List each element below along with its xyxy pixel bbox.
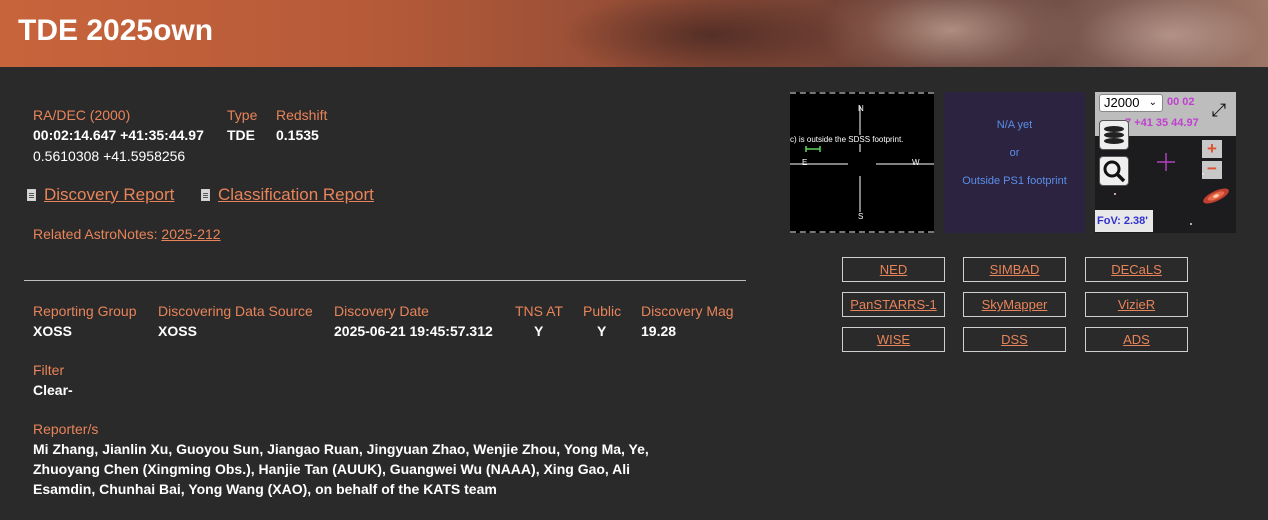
redshift-value: 0.1535 (276, 127, 319, 143)
sdss-south: S (858, 212, 864, 221)
coords-label: RA/DEC (2000) (33, 107, 131, 123)
sdss-thumbnail[interactable]: N S E W c) is outside the SDSS footprint… (790, 92, 934, 233)
aladin-frame-select[interactable]: J2000 ⌄ (1099, 94, 1163, 112)
vizier-link[interactable]: VizieR (1085, 292, 1188, 317)
ps1-line-1: N/A yet (996, 119, 1033, 131)
reporters-label: Reporter/s (33, 421, 99, 437)
coords-decimal: 0.5610308 +41.5958256 (33, 148, 186, 164)
discovery-report-link[interactable]: Discovery Report (44, 185, 174, 204)
magnifier-graphic (1103, 160, 1126, 183)
layers-icon[interactable] (1099, 120, 1129, 150)
panstarrs-link[interactable]: PanSTARRS-1 (842, 292, 945, 317)
decals-link[interactable]: DECaLS (1085, 257, 1188, 282)
classification-report-link[interactable]: Classification Report (218, 185, 374, 204)
value-data-source: XOSS (158, 323, 197, 339)
simbad-link[interactable]: SIMBAD (963, 257, 1066, 282)
search-icon[interactable] (1099, 156, 1129, 186)
coords-sexagesimal: 00:02:14.647 +41:35:44.97 (33, 127, 204, 143)
dss-link[interactable]: DSS (963, 327, 1066, 352)
header-reporting-group: Reporting Group (33, 303, 137, 319)
value-discovery-date: 2025-06-21 19:45:57.312 (334, 323, 493, 339)
banner-nebula-dark (560, 0, 860, 67)
header-tns-at: TNS AT (515, 303, 563, 319)
astronotes-label: Related AstroNotes: (33, 226, 158, 242)
aladin-coord-bottom: 7 +41 35 44.97 (1125, 117, 1199, 129)
reporters-line-2: Zhuoyang Chen (Xingming Obs.), Hanjie Ta… (33, 461, 631, 477)
ps1-line-2: or (1009, 147, 1020, 159)
header-public: Public (583, 303, 622, 319)
banner-nebula-right (1040, 0, 1268, 67)
expand-icon[interactable]: ⤢ (1208, 99, 1230, 121)
sdss-north: N (858, 104, 864, 113)
zoom-out-icon[interactable]: − (1202, 160, 1222, 179)
page-title: TDE 2025own (18, 14, 214, 47)
header-banner: TDE 2025own (0, 0, 1268, 67)
reporters-line-3: Esamdin, Chunhai Bai, Yong Wang (XAO), o… (33, 481, 497, 497)
discovery-report[interactable]: Discovery Report (27, 185, 174, 205)
aladin-coord-top: 00 02 (1167, 96, 1195, 108)
layers-graphic (1104, 126, 1124, 144)
ned-link[interactable]: NED (842, 257, 945, 282)
header-discovery-date: Discovery Date (334, 303, 429, 319)
section-divider (24, 280, 746, 281)
aladin-fov: FoV: 2.38' (1095, 210, 1153, 232)
filter-label: Filter (33, 362, 65, 378)
ads-link[interactable]: ADS (1085, 327, 1188, 352)
zoom-in-icon[interactable]: + (1202, 140, 1222, 158)
type-value: TDE (227, 127, 255, 143)
chevron-down-icon: ⌄ (1148, 97, 1157, 108)
wise-link[interactable]: WISE (842, 327, 945, 352)
aladin-frame-value: J2000 (1104, 95, 1140, 110)
filter-value: Clear- (33, 382, 73, 398)
reporters-line-1: Mi Zhang, Jianlin Xu, Guoyou Sun, Jianga… (33, 441, 649, 457)
sdss-west: W (912, 158, 920, 167)
aladin-viewer[interactable]: J2000 ⌄ 00 02 7 +41 35 44.97 ⤢ + − FoV: … (1095, 92, 1236, 233)
value-tns-at: Y (534, 323, 544, 339)
document-icon (201, 189, 210, 201)
header-data-source: Discovering Data Source (158, 303, 313, 319)
type-label: Type (227, 107, 258, 123)
value-discovery-mag: 19.28 (641, 323, 677, 339)
document-icon (27, 189, 36, 201)
skymapper-link[interactable]: SkyMapper (963, 292, 1066, 317)
ps1-thumbnail[interactable]: N/A yet or Outside PS1 footprint (944, 92, 1085, 233)
sdss-message: c) is outside the SDSS footprint. (790, 135, 904, 144)
value-public: Y (597, 323, 607, 339)
redshift-label: Redshift (276, 107, 328, 123)
value-reporting-group: XOSS (33, 323, 72, 339)
astronotes-link[interactable]: 2025-212 (161, 226, 220, 242)
ps1-line-3: Outside PS1 footprint (962, 175, 1067, 187)
classification-report[interactable]: Classification Report (201, 185, 374, 205)
header-discovery-mag: Discovery Mag (641, 303, 734, 319)
sdss-east: E (802, 158, 808, 167)
astronotes-row: Related AstroNotes: 2025-212 (33, 226, 221, 242)
